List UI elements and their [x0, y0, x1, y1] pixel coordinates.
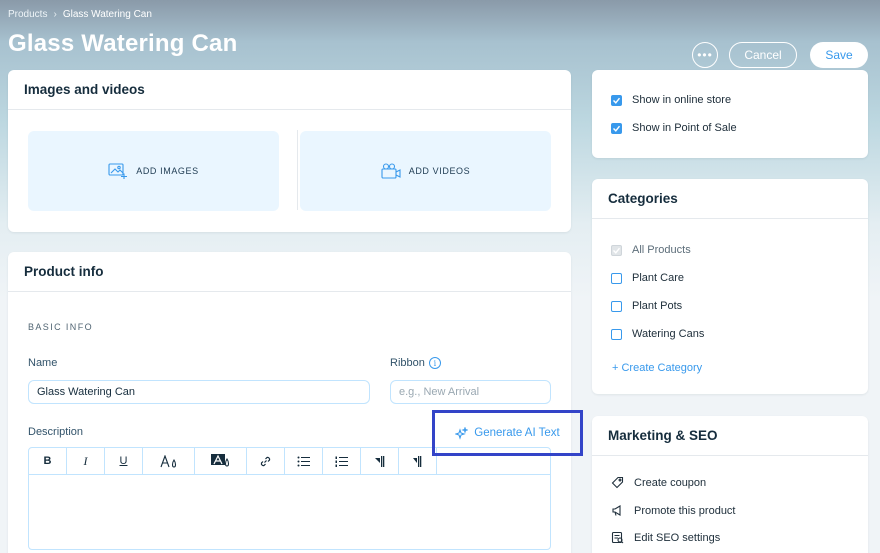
more-dots-icon: ••• — [697, 48, 713, 62]
category-plant-care[interactable]: Plant Care — [611, 272, 684, 284]
tag-icon — [611, 476, 624, 489]
edit-seo-label: Edit SEO settings — [634, 531, 721, 544]
numbered-list-button[interactable] — [323, 448, 361, 474]
show-pos-checkbox[interactable]: Show in Point of Sale — [611, 122, 737, 134]
basic-info-label: BASIC INFO — [28, 322, 94, 332]
description-editor: B I U — [28, 447, 551, 550]
more-actions-button[interactable]: ••• — [692, 42, 718, 68]
edit-seo-link[interactable]: Edit SEO settings — [611, 531, 720, 544]
font-size-icon — [159, 454, 176, 468]
video-icon — [381, 163, 401, 179]
product-info-title: Product info — [8, 252, 571, 292]
sparkle-icon — [455, 426, 469, 440]
info-icon[interactable]: i — [428, 357, 441, 370]
media-card: Images and videos ADD IMAGES ADD VIDEOS — [8, 70, 571, 232]
indent-left-button[interactable] — [361, 448, 399, 474]
add-videos-label: ADD VIDEOS — [408, 166, 471, 176]
category-label: All Products — [632, 244, 691, 256]
show-pos-label: Show in Point of Sale — [632, 122, 737, 134]
link-button[interactable] — [247, 448, 285, 474]
bold-icon: B — [43, 455, 52, 467]
promote-product-link[interactable]: Promote this product — [611, 504, 736, 517]
breadcrumb: Products › Glass Watering Can — [8, 9, 152, 20]
checkbox-unchecked-icon — [611, 328, 622, 340]
numbered-list-icon — [335, 456, 348, 467]
categories-title: Categories — [592, 179, 868, 219]
marketing-title: Marketing & SEO — [592, 416, 868, 456]
generate-ai-text-label: Generate AI Text — [474, 427, 560, 439]
text-color-icon — [210, 454, 229, 467]
breadcrumb-link-products[interactable]: Products — [8, 9, 47, 20]
checkbox-checked-icon — [611, 122, 622, 134]
media-divider — [297, 130, 298, 210]
category-label: Watering Cans — [632, 328, 705, 340]
bullet-list-icon — [297, 456, 310, 466]
font-size-button[interactable] — [143, 448, 195, 474]
add-images-button[interactable]: ADD IMAGES — [28, 131, 279, 211]
category-label: Plant Care — [632, 272, 684, 284]
bullet-list-button[interactable] — [285, 448, 323, 474]
text-color-button[interactable] — [195, 448, 247, 474]
ribbon-input[interactable]: e.g., New Arrival — [390, 380, 551, 404]
checkbox-disabled-icon — [611, 244, 622, 256]
category-watering-cans[interactable]: Watering Cans — [611, 328, 704, 340]
create-coupon-label: Create coupon — [634, 476, 707, 489]
page-title: Glass Watering Can — [8, 30, 238, 57]
ribbon-label-group: Ribbon i — [390, 357, 441, 370]
bold-button[interactable]: B — [29, 448, 67, 474]
save-button[interactable]: Save — [810, 42, 868, 68]
category-plant-pots[interactable]: Plant Pots — [611, 300, 682, 312]
paragraph-left-icon — [375, 455, 385, 467]
breadcrumb-current: Glass Watering Can — [62, 9, 152, 20]
italic-button[interactable]: I — [67, 448, 105, 474]
megaphone-icon — [612, 505, 621, 516]
category-all-products: All Products — [611, 244, 691, 256]
seo-icon — [611, 531, 624, 544]
add-images-label: ADD IMAGES — [136, 166, 199, 176]
visibility-card — [592, 70, 868, 158]
name-label: Name — [28, 357, 58, 369]
chevron-right-icon: › — [53, 9, 57, 20]
italic-icon: I — [83, 453, 88, 468]
generate-ai-text-button[interactable]: Generate AI Text — [432, 410, 583, 456]
media-card-title: Images and videos — [8, 70, 571, 110]
category-label: Plant Pots — [632, 300, 683, 312]
underline-button[interactable]: U — [105, 448, 143, 474]
ribbon-label: Ribbon — [390, 357, 425, 369]
show-online-store-label: Show in online store — [632, 94, 732, 106]
description-label: Description — [28, 426, 84, 438]
checkbox-unchecked-icon — [611, 300, 622, 312]
show-online-store-checkbox[interactable]: Show in online store — [611, 94, 731, 106]
cancel-button[interactable]: Cancel — [729, 42, 797, 68]
create-category-link[interactable]: + Create Category — [612, 362, 702, 374]
link-icon — [260, 456, 271, 466]
promote-product-label: Promote this product — [634, 504, 736, 517]
checkbox-unchecked-icon — [611, 272, 622, 284]
checkbox-checked-icon — [611, 94, 622, 106]
image-icon — [108, 163, 128, 179]
create-coupon-link[interactable]: Create coupon — [611, 476, 706, 489]
paragraph-right-icon — [413, 455, 422, 467]
underline-icon: U — [119, 455, 128, 467]
add-videos-button[interactable]: ADD VIDEOS — [300, 131, 551, 211]
name-input[interactable]: Glass Watering Can — [28, 380, 370, 404]
